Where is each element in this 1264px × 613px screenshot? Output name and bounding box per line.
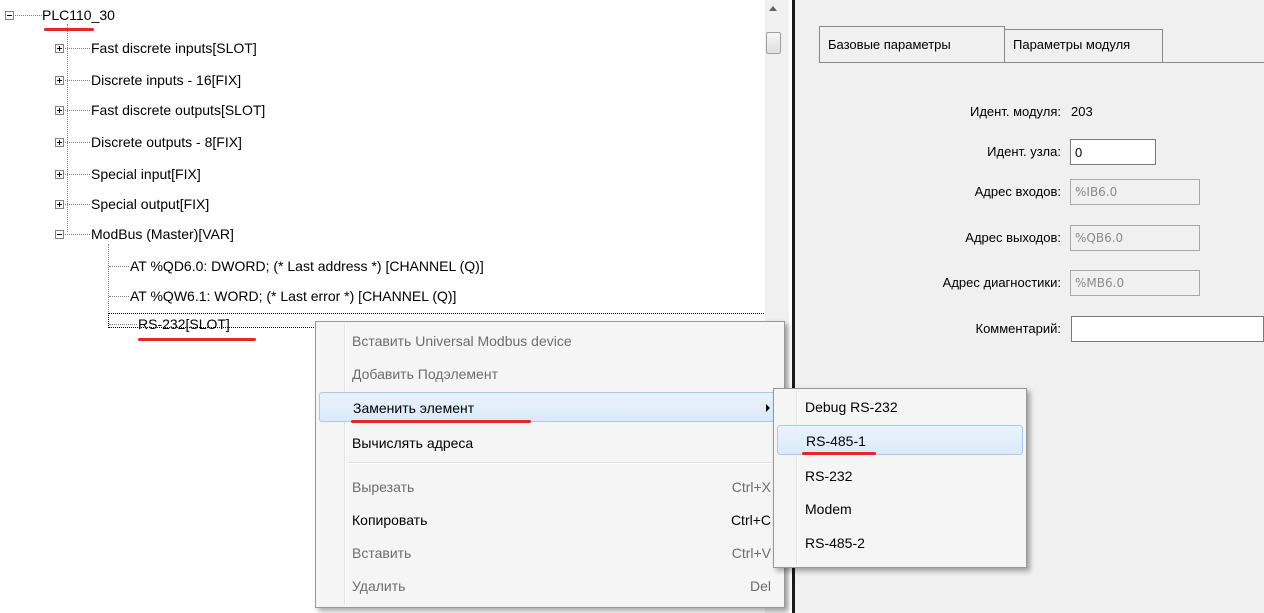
- tree-item-label[interactable]: RS-232[SLOT]: [138, 314, 230, 334]
- tree-item-special-output[interactable]: Special output[FIX]: [0, 194, 400, 214]
- tree-item-label[interactable]: Discrete outputs - 8[FIX]: [91, 132, 242, 152]
- tree-item-fast-discrete-outputs[interactable]: Fast discrete outputs[SLOT]: [0, 100, 400, 120]
- tree-root-row[interactable]: PLC110_30: [0, 5, 300, 25]
- tree-item-modbus-master[interactable]: ModBus (Master)[VAR]: [0, 224, 400, 244]
- context-menu: Вставить Universal Modbus device Добавит…: [315, 321, 785, 608]
- expand-icon[interactable]: [55, 170, 64, 179]
- comment-input[interactable]: [1071, 316, 1264, 342]
- submenu-item-modem[interactable]: Modem: [777, 494, 1023, 524]
- annotation-underline: [44, 28, 94, 31]
- menu-item-delete[interactable]: Удалить Del: [319, 571, 781, 601]
- annotation-underline: [138, 338, 256, 341]
- tree-item-channel-last-error[interactable]: AT %QW6.1: WORD; (* Last error *) [CHANN…: [0, 286, 700, 306]
- module-id-label: Идент. модуля:: [970, 104, 1061, 119]
- expand-icon[interactable]: [55, 138, 64, 147]
- submenu-item-rs485-1[interactable]: RS-485-1: [777, 425, 1023, 455]
- input-address-field: [1070, 179, 1200, 205]
- tree-item-discrete-inputs[interactable]: Discrete inputs - 16[FIX]: [0, 70, 400, 90]
- submenu-item-debug-rs232[interactable]: Debug RS-232: [777, 392, 1023, 422]
- tree-item-channel-last-address[interactable]: AT %QD6.0: DWORD; (* Last address *) [CH…: [0, 256, 700, 276]
- menu-item-add-subelement[interactable]: Добавить Подэлемент: [319, 359, 781, 389]
- menu-item-calculate-addresses[interactable]: Вычислять адреса: [319, 428, 781, 458]
- annotation-underline: [351, 420, 531, 423]
- module-id-row: Идент. модуля:: [795, 99, 1061, 125]
- output-address-field: [1070, 225, 1200, 251]
- tree-item-special-input[interactable]: Special input[FIX]: [0, 164, 400, 184]
- tree-item-label[interactable]: Fast discrete inputs[SLOT]: [91, 38, 257, 58]
- collapse-icon[interactable]: [55, 230, 64, 239]
- expand-icon[interactable]: [55, 200, 64, 209]
- submenu-item-rs232[interactable]: RS-232: [777, 461, 1023, 491]
- node-id-label: Идент. узла:: [987, 144, 1061, 159]
- menu-item-cut[interactable]: Вырезать Ctrl+X: [319, 472, 781, 502]
- diagnostics-address-field: [1070, 270, 1200, 296]
- tree-item-rs232-slot[interactable]: RS-232[SLOT]: [0, 314, 300, 334]
- menu-separator: [349, 462, 781, 464]
- replace-element-submenu: Debug RS-232 RS-485-1 RS-232 Modem RS-48…: [773, 388, 1027, 568]
- tree-item-label[interactable]: AT %QD6.0: DWORD; (* Last address *) [CH…: [130, 256, 484, 276]
- tree-root-label[interactable]: PLC110_30: [42, 5, 115, 25]
- tree-item-label[interactable]: Special output[FIX]: [91, 194, 209, 214]
- tree-item-label[interactable]: Fast discrete outputs[SLOT]: [91, 100, 265, 120]
- comment-label: Комментарий:: [975, 321, 1062, 336]
- menu-item-insert-universal-modbus[interactable]: Вставить Universal Modbus device: [319, 326, 781, 356]
- menu-item-replace-element[interactable]: Заменить элемент: [319, 392, 781, 422]
- submenu-arrow-icon: [766, 404, 770, 412]
- tree-item-discrete-outputs[interactable]: Discrete outputs - 8[FIX]: [0, 132, 400, 152]
- tab-base-parameters[interactable]: Базовые параметры: [819, 26, 1005, 62]
- input-address-label: Адрес входов:: [974, 184, 1061, 199]
- menu-item-paste[interactable]: Вставить Ctrl+V: [319, 538, 781, 568]
- scroll-up-icon[interactable]: [769, 6, 777, 11]
- tree-item-label[interactable]: Special input[FIX]: [91, 164, 201, 184]
- diagnostics-address-label: Адрес диагностики:: [942, 275, 1061, 290]
- node-id-input[interactable]: [1070, 139, 1156, 165]
- expand-icon[interactable]: [55, 76, 64, 85]
- tree-item-fast-discrete-inputs[interactable]: Fast discrete inputs[SLOT]: [0, 38, 400, 58]
- menu-item-copy[interactable]: Копировать Ctrl+C: [319, 505, 781, 535]
- expand-icon[interactable]: [55, 106, 64, 115]
- tree-item-label[interactable]: Discrete inputs - 16[FIX]: [91, 70, 241, 90]
- tree-item-label[interactable]: ModBus (Master)[VAR]: [91, 224, 234, 244]
- tree-item-label[interactable]: AT %QW6.1: WORD; (* Last error *) [CHANN…: [130, 286, 456, 306]
- tab-module-parameters[interactable]: Параметры модуля: [1005, 29, 1163, 62]
- module-id-value: 203: [1071, 104, 1093, 119]
- annotation-underline: [802, 452, 876, 455]
- collapse-icon[interactable]: [5, 11, 14, 20]
- submenu-item-rs485-2[interactable]: RS-485-2: [777, 528, 1023, 558]
- expand-icon[interactable]: [55, 44, 64, 53]
- output-address-label: Адрес выходов:: [965, 230, 1061, 245]
- scroll-thumb[interactable]: [766, 32, 781, 54]
